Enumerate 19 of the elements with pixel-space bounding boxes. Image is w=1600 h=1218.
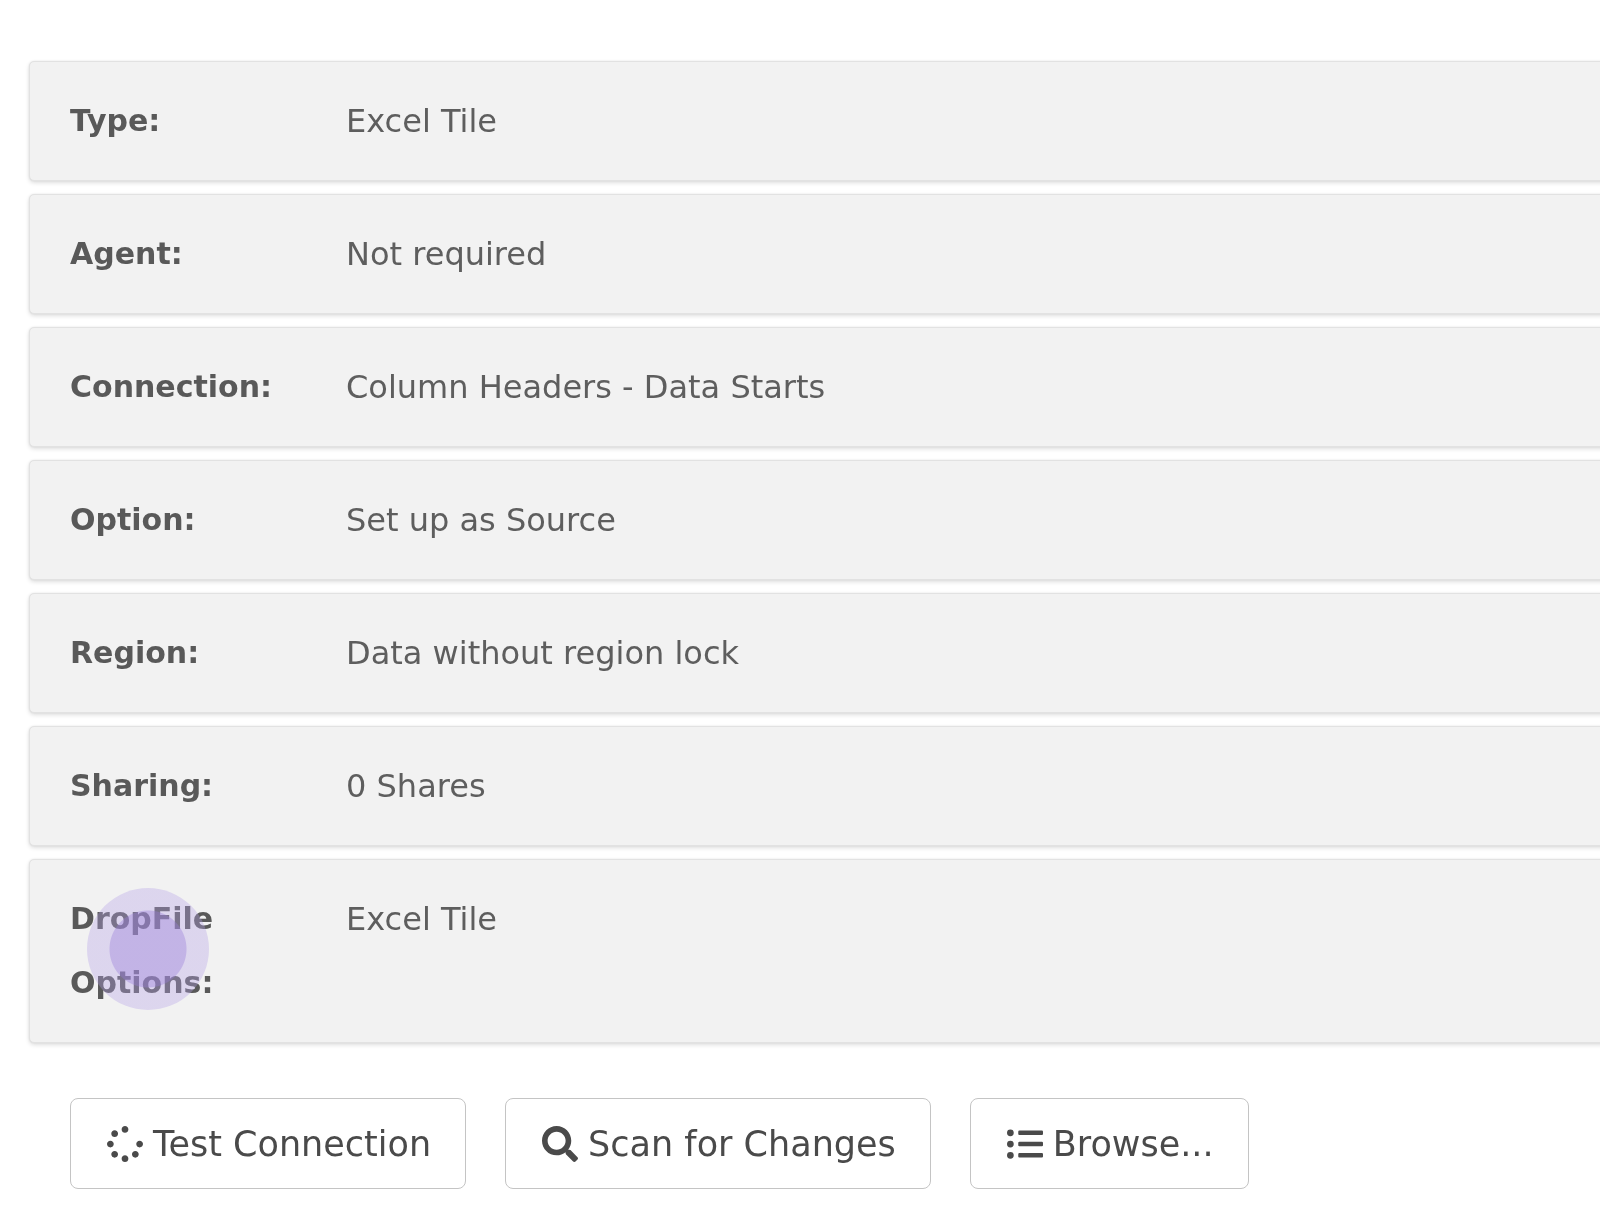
field-value: 0 Shares xyxy=(346,766,486,807)
field-value: Data without region lock xyxy=(346,633,739,674)
search-icon xyxy=(542,1125,579,1162)
field-label: Type: xyxy=(70,102,161,140)
browse-button[interactable]: Browse... xyxy=(969,1098,1249,1189)
field-value: Set up as Source xyxy=(346,500,616,541)
scan-button[interactable]: Scan for Changes xyxy=(505,1098,931,1189)
field-value: Column Headers - Data Starts xyxy=(346,367,826,408)
field-label: Connection: xyxy=(70,368,273,406)
field-label: Agent: xyxy=(70,235,183,273)
field-label: Sharing: xyxy=(70,767,214,805)
field-label: Option: xyxy=(70,501,196,539)
spinner-icon xyxy=(107,1125,143,1162)
field-value: Not required xyxy=(346,234,547,275)
field-label: Region: xyxy=(70,634,200,672)
field-value: Excel Tile xyxy=(346,101,497,142)
field-value: Excel Tile xyxy=(346,899,497,940)
field-label: DropFile Options: xyxy=(70,900,215,1002)
test-connection-button[interactable]: Test Connection xyxy=(70,1098,467,1189)
